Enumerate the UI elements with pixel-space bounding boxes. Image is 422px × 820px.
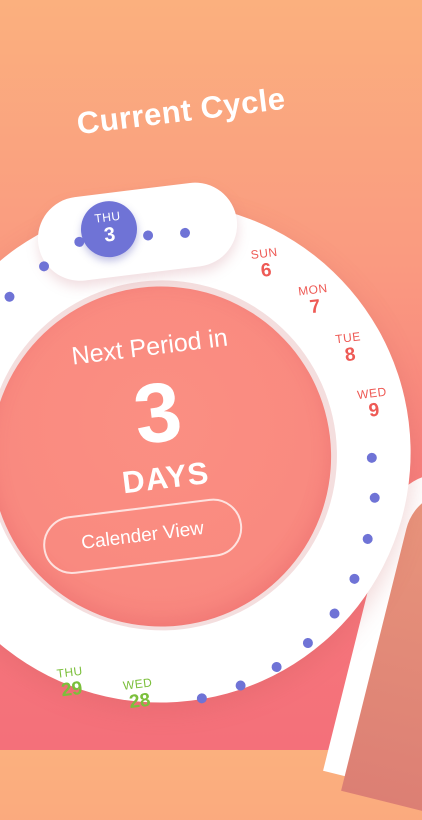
past-day[interactable]: THU 29 bbox=[46, 662, 96, 702]
cycle-panel: Current Cycle Next Period in 3 DAYS Cale… bbox=[0, 0, 422, 770]
day-number: 29 bbox=[60, 677, 84, 702]
upcoming-day[interactable]: SUN 6 bbox=[240, 244, 290, 284]
cycle-day-dot[interactable] bbox=[235, 679, 247, 692]
upcoming-day[interactable]: MON 7 bbox=[289, 280, 339, 320]
upcoming-day[interactable]: WED 9 bbox=[348, 384, 398, 424]
page-title: Current Cycle bbox=[74, 80, 288, 142]
past-day[interactable]: WED 28 bbox=[114, 674, 164, 714]
upcoming-day[interactable]: TUE 8 bbox=[324, 328, 374, 368]
cycle-day-dot[interactable] bbox=[196, 692, 208, 704]
